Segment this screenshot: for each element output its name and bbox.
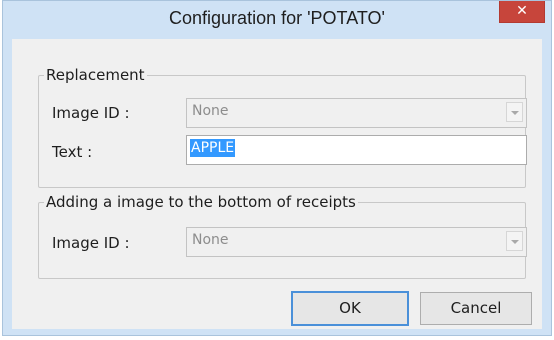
- dialog-content: Replacement Image ID : None Text : APPLE…: [12, 39, 542, 329]
- bottom-image-id-select[interactable]: None: [186, 227, 527, 257]
- close-button[interactable]: ✕: [499, 1, 545, 23]
- cancel-button[interactable]: Cancel: [420, 292, 532, 325]
- bottom-image-id-dropdown-button[interactable]: [506, 231, 523, 251]
- bottom-image-id-value: None: [192, 232, 229, 248]
- replacement-group: Replacement: [38, 65, 526, 188]
- dialog-window: Configuration for 'POTATO' ✕ Replacement…: [2, 0, 552, 336]
- close-icon: ✕: [516, 3, 528, 19]
- chevron-down-icon: [511, 111, 519, 115]
- bottom-image-group-title: Adding a image to the bottom of receipts: [44, 192, 358, 212]
- replacement-text-value: APPLE: [190, 139, 236, 157]
- chevron-down-icon: [511, 240, 519, 244]
- dialog-title: Configuration for 'POTATO': [169, 8, 385, 28]
- replacement-image-id-select[interactable]: None: [186, 98, 527, 128]
- replacement-group-title: Replacement: [44, 65, 147, 85]
- replacement-image-id-value: None: [192, 103, 229, 119]
- replacement-text-label: Text :: [52, 143, 93, 161]
- title-bar[interactable]: Configuration for 'POTATO' ✕: [3, 1, 551, 39]
- replacement-text-field[interactable]: APPLE: [186, 135, 527, 165]
- replacement-image-id-label: Image ID :: [52, 104, 130, 122]
- replacement-image-id-dropdown-button[interactable]: [506, 102, 523, 122]
- ok-button[interactable]: OK: [291, 291, 409, 326]
- bottom-image-id-label: Image ID :: [52, 234, 130, 252]
